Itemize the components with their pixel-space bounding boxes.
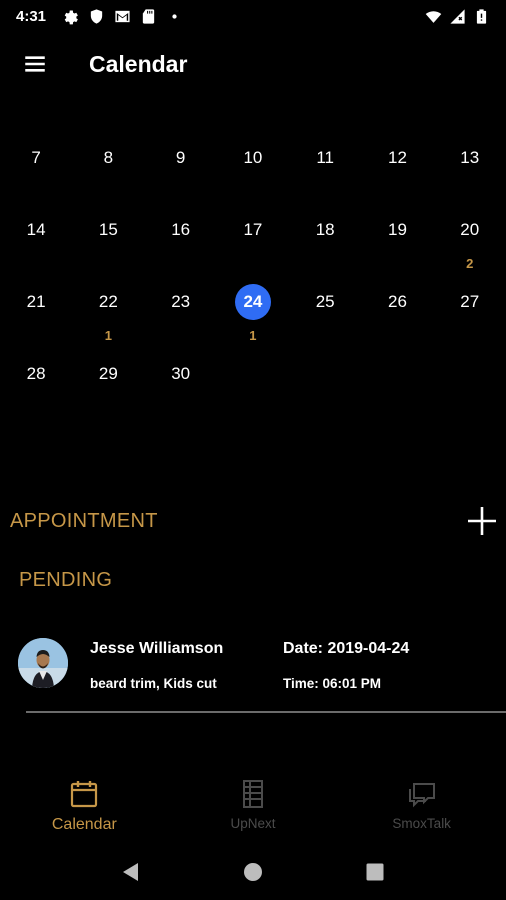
nav-label-upnext: UpNext (230, 816, 276, 831)
calendar-day[interactable]: 26 (361, 264, 433, 336)
calendar-day[interactable]: 21 (0, 264, 72, 336)
day-number: 13 (460, 148, 480, 167)
calendar-day[interactable]: 27 (434, 264, 506, 336)
hamburger-menu-icon (25, 56, 45, 72)
day-number: 14 (26, 220, 46, 239)
calendar-day[interactable]: 12 (361, 120, 433, 192)
recents-icon (366, 863, 384, 881)
status-icons-left (62, 8, 183, 25)
nav-label-calendar: Calendar (51, 816, 117, 833)
status-time: 4:31 (16, 7, 47, 25)
calendar-week: 7 8 9 10 11 12 13 (0, 120, 506, 192)
appointment-section-title: APPOINTMENT (10, 509, 158, 532)
calendar-week: 28 29 30 (0, 336, 506, 408)
client-services: beard trim, Kids cut (90, 676, 217, 691)
day-number: 25 (315, 292, 335, 311)
hamburger-menu-button[interactable] (0, 32, 70, 96)
nav-item-calendar[interactable]: Calendar (0, 770, 169, 840)
sd-card-icon (140, 8, 157, 25)
calendar-day[interactable]: 15 (72, 192, 144, 264)
calendar-week: 14 15 16 17 18 19 20 2 (0, 192, 506, 271)
day-number: 30 (171, 364, 191, 383)
day-number: 11 (316, 148, 335, 167)
add-appointment-button[interactable] (464, 503, 500, 539)
day-number: 10 (243, 148, 263, 167)
pending-appointment-item[interactable]: Jesse Williamson beard trim, Kids cut Da… (18, 630, 506, 712)
day-number: 7 (31, 148, 41, 167)
calendar-day[interactable]: 30 (145, 336, 217, 408)
chat-bubbles-icon (406, 778, 438, 810)
gmail-icon (114, 8, 131, 25)
day-number: 29 (98, 364, 118, 383)
day-number: 15 (98, 220, 118, 239)
nav-item-smoxtalk[interactable]: SmoxTalk (337, 770, 506, 840)
nav-label-smoxtalk: SmoxTalk (392, 816, 451, 831)
calendar-day[interactable]: 16 (145, 192, 217, 264)
calendar-day[interactable]: 17 (217, 192, 289, 264)
calendar-day[interactable]: 23 (145, 264, 217, 336)
film-list-icon (237, 778, 269, 810)
day-number: 26 (387, 292, 407, 311)
wifi-icon (425, 8, 442, 25)
day-number: 24 (234, 284, 271, 320)
day-number: 16 (171, 220, 191, 239)
calendar-day[interactable]: 28 (0, 336, 72, 408)
pending-section-title: PENDING (19, 569, 113, 591)
day-number: 22 (98, 292, 118, 311)
day-number: 17 (243, 220, 263, 239)
calendar-day[interactable]: 10 (217, 120, 289, 192)
day-number: 8 (103, 148, 114, 167)
day-number: 19 (387, 220, 407, 239)
gear-icon (62, 8, 79, 25)
app-bar: Calendar (0, 32, 506, 96)
day-number: 18 (315, 220, 335, 239)
nav-item-upnext[interactable]: UpNext (169, 770, 338, 840)
calendar-day[interactable]: 25 (289, 264, 361, 336)
cell-signal-icon (449, 8, 466, 25)
bottom-navigation: Calendar UpNext SmoxTalk (0, 770, 506, 840)
shield-icon (88, 8, 105, 25)
dot-icon (166, 8, 183, 25)
status-icons-right (425, 8, 490, 25)
calendar-day[interactable]: 9 (145, 120, 217, 192)
client-name: Jesse Williamson (90, 640, 224, 657)
appointment-count: 1 (249, 328, 257, 343)
calendar-icon (68, 778, 100, 810)
day-number: 28 (26, 364, 46, 383)
day-number: 20 (460, 220, 480, 239)
back-icon (123, 863, 138, 881)
calendar-day[interactable]: 29 (72, 336, 144, 408)
day-number: 27 (460, 292, 480, 311)
status-bar: 4:31 (0, 0, 506, 32)
plus-icon (468, 507, 496, 535)
home-icon (244, 863, 262, 881)
calendar-week: 21 22 1 23 24 1 25 26 27 (0, 264, 506, 343)
day-number: 12 (387, 148, 407, 167)
appointment-time: Time: 06:01 PM (283, 676, 382, 691)
list-divider (26, 711, 506, 713)
battery-icon (473, 8, 490, 25)
calendar-day[interactable]: 8 (72, 120, 144, 192)
calendar-day[interactable]: 11 (289, 120, 361, 192)
appointment-date: Date: 2019-04-24 (283, 640, 410, 657)
calendar-day[interactable]: 18 (289, 192, 361, 264)
day-number: 21 (26, 292, 46, 311)
page-title: Calendar (89, 50, 188, 77)
back-button[interactable] (111, 852, 151, 892)
calendar-day[interactable]: 20 2 (434, 192, 506, 271)
avatar (18, 638, 68, 688)
calendar-day[interactable]: 19 (361, 192, 433, 264)
calendar-day[interactable]: 7 (0, 120, 72, 192)
calendar-day[interactable]: 22 1 (72, 264, 144, 343)
day-number: 9 (175, 148, 186, 167)
calendar-day-selected[interactable]: 24 1 (217, 264, 289, 343)
day-number: 23 (171, 292, 191, 311)
appointment-header: APPOINTMENT (10, 506, 500, 536)
home-button[interactable] (233, 852, 273, 892)
system-navigation-bar (0, 844, 506, 900)
calendar-day[interactable]: 13 (434, 120, 506, 192)
recents-button[interactable] (355, 852, 395, 892)
calendar-grid: 7 8 9 10 11 12 13 14 15 16 17 18 19 20 2 … (0, 120, 506, 408)
calendar-day[interactable]: 14 (0, 192, 72, 264)
